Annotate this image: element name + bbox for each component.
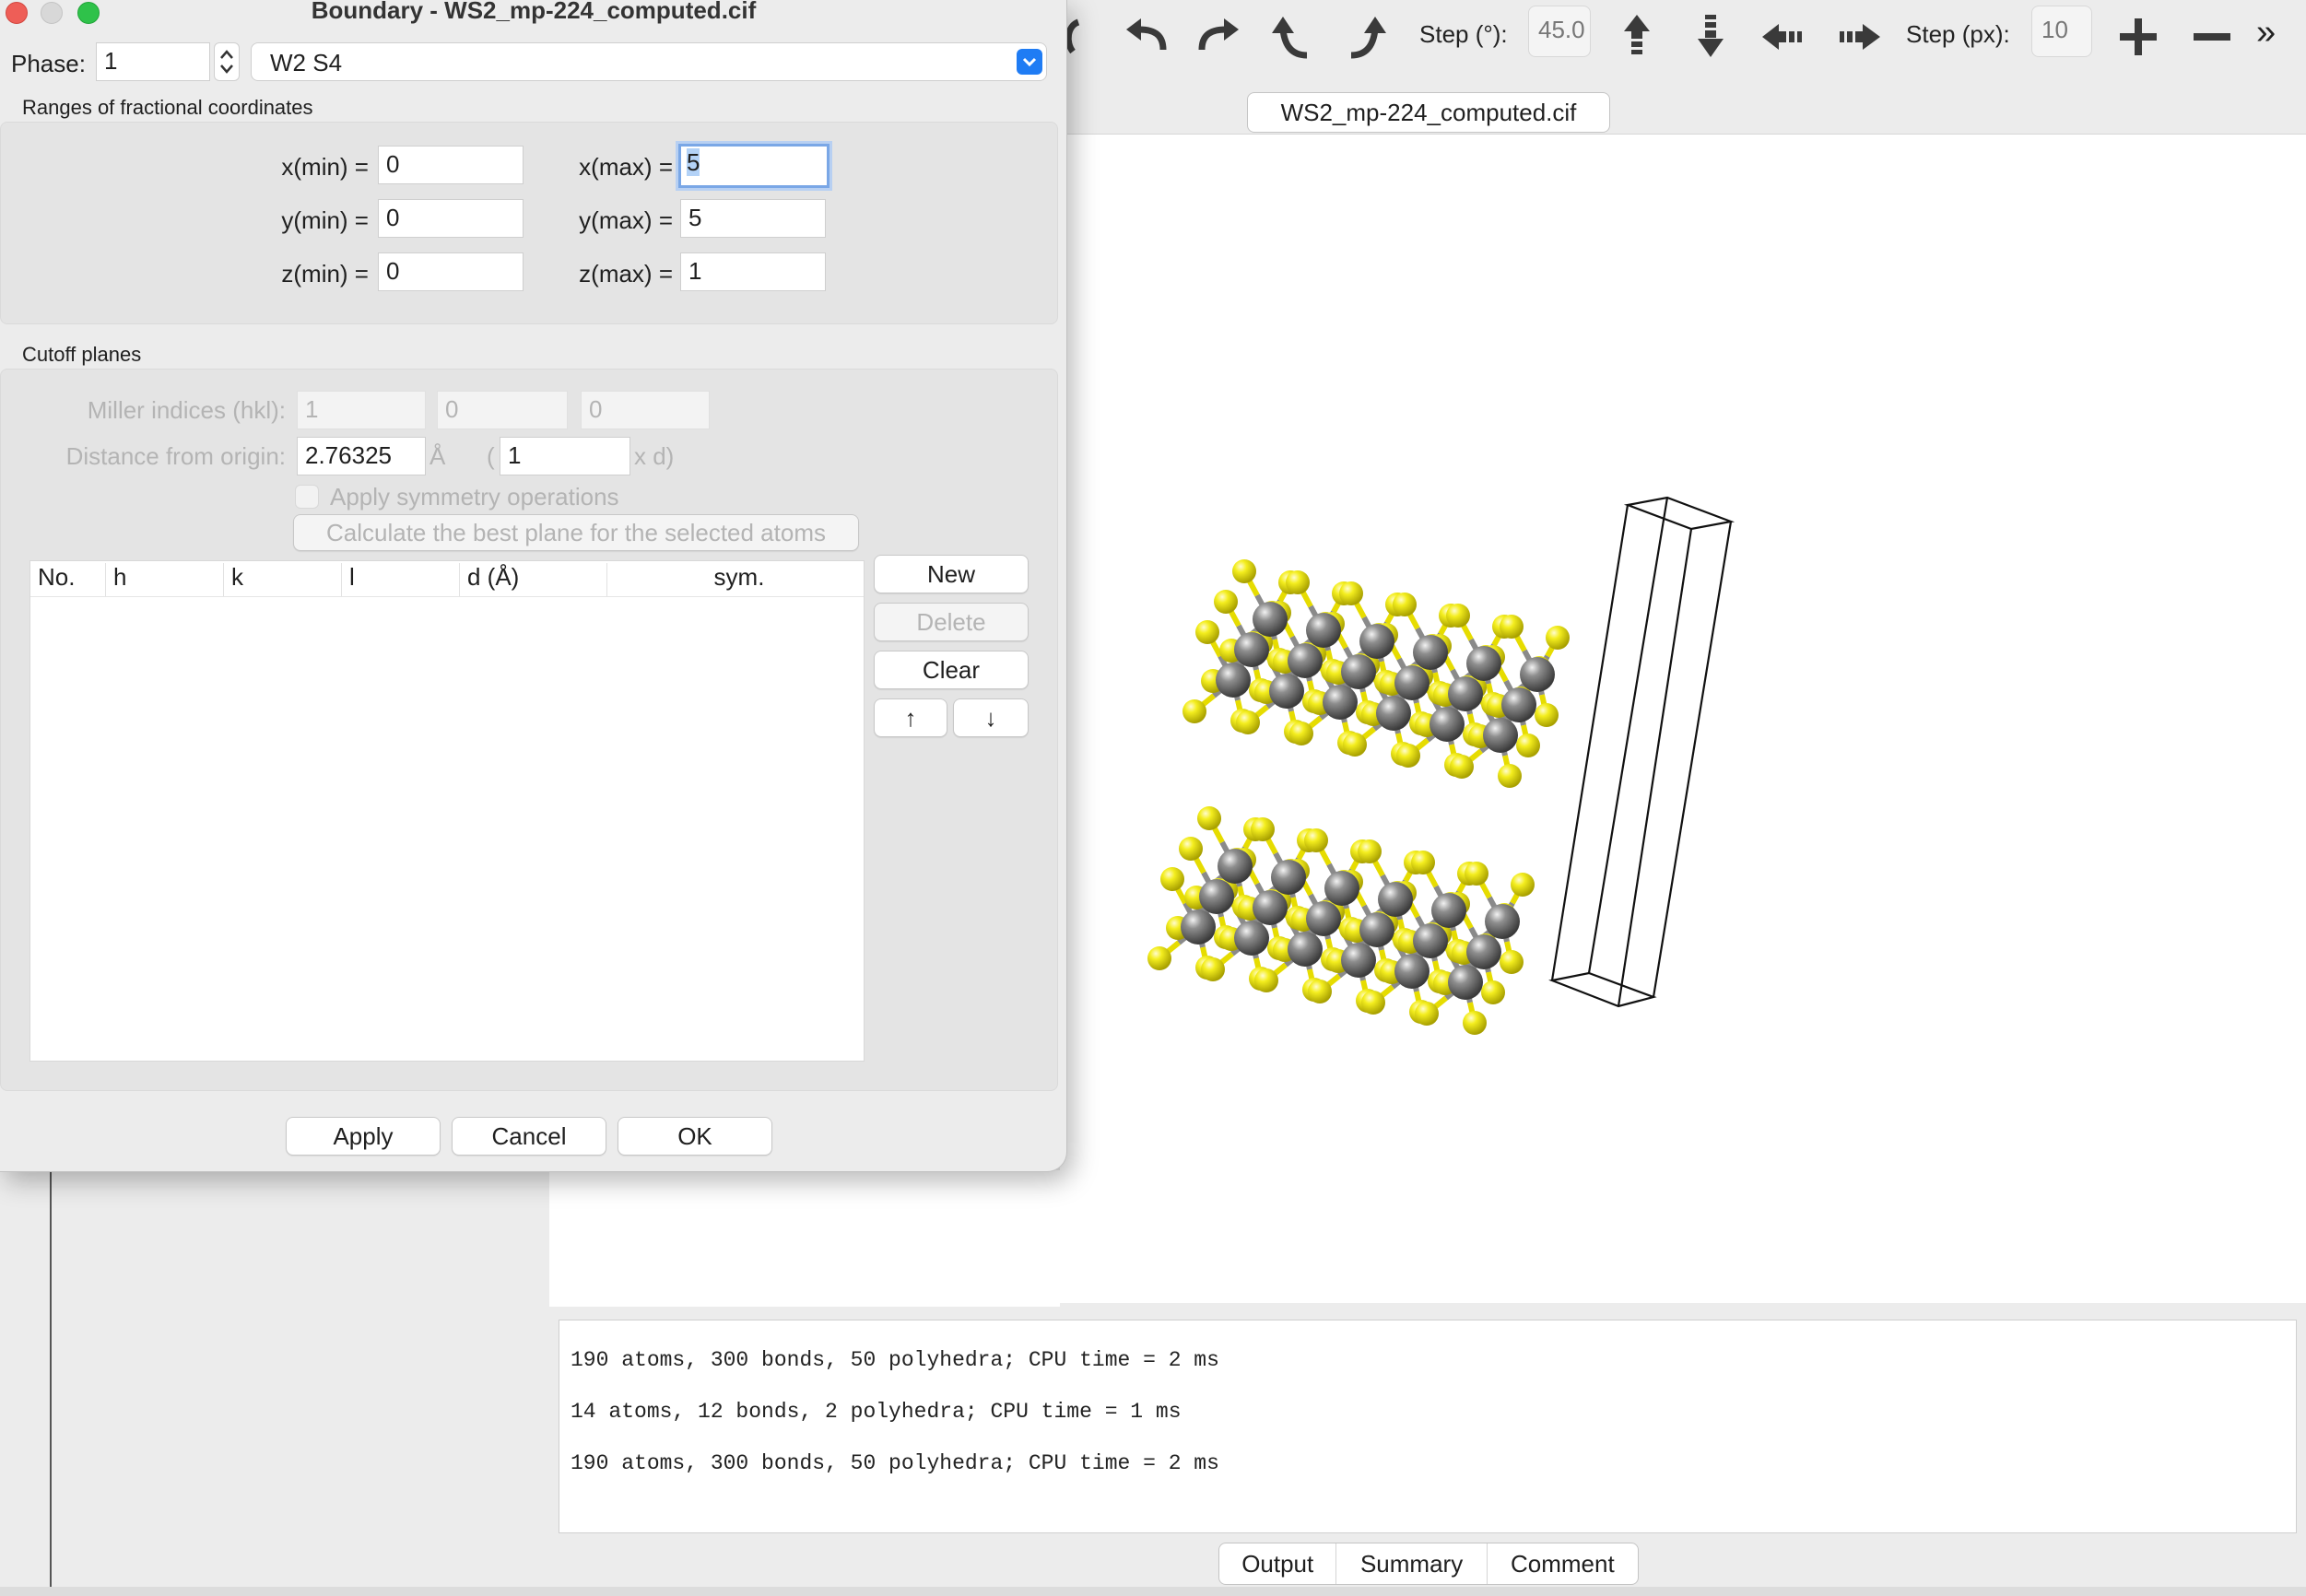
log-line: 14 atoms, 12 bonds, 2 polyhedra; CPU tim… bbox=[571, 1400, 1182, 1424]
table-header-no[interactable]: No. bbox=[30, 563, 106, 596]
dialog-title: Boundary - WS2_mp-224_computed.cif bbox=[311, 0, 757, 24]
ymin-label: y(min) = bbox=[281, 206, 369, 234]
distance-unit-label: Å bbox=[429, 442, 446, 470]
ymin-input[interactable]: 0 bbox=[378, 199, 524, 238]
distance-origin-label: Distance from origin: bbox=[65, 442, 286, 470]
ymax-input[interactable]: 5 bbox=[680, 199, 826, 238]
move-left-icon[interactable] bbox=[1757, 9, 1812, 65]
calculate-best-plane-button[interactable]: Calculate the best plane for the selecte… bbox=[293, 514, 859, 551]
table-header-h[interactable]: h bbox=[106, 563, 224, 596]
zmax-label: z(max) = bbox=[579, 260, 673, 288]
stepper-arrows-icon bbox=[220, 50, 233, 74]
zoom-in-icon[interactable] bbox=[2111, 9, 2166, 65]
move-right-icon[interactable] bbox=[1830, 9, 1886, 65]
delete-plane-button[interactable]: Delete bbox=[874, 603, 1029, 641]
miller-k-input[interactable]: 0 bbox=[437, 391, 568, 429]
output-log[interactable]: 190 atoms, 300 bonds, 50 polyhedra; CPU … bbox=[559, 1320, 2297, 1533]
document-tab[interactable]: WS2_mp-224_computed.cif bbox=[1247, 92, 1610, 133]
distance-multiplier-input[interactable]: 1 bbox=[500, 437, 630, 475]
cutoff-group-title: Cutoff planes bbox=[22, 343, 142, 366]
tab-output[interactable]: Output bbox=[1219, 1543, 1337, 1584]
unit-cell-outline bbox=[1548, 496, 1735, 1008]
multiplier-suffix-label: x d) bbox=[634, 442, 675, 470]
tab-summary[interactable]: Summary bbox=[1336, 1543, 1488, 1584]
xmax-value: 5 bbox=[687, 148, 700, 176]
zmin-input[interactable]: 0 bbox=[378, 252, 524, 291]
step-pixel-input[interactable]: 10 bbox=[2031, 6, 2092, 57]
miller-indices-label: Miller indices (hkl): bbox=[87, 396, 286, 424]
move-up-button[interactable]: ↑ bbox=[874, 698, 947, 737]
xmin-label: x(min) = bbox=[281, 153, 369, 181]
phase-select[interactable]: W2 S4 bbox=[251, 42, 1047, 81]
phase-number-input[interactable]: 1 bbox=[96, 42, 210, 81]
left-sidebar bbox=[0, 1170, 52, 1587]
paren-open-label: ( bbox=[487, 442, 495, 470]
viewer-extension bbox=[549, 1170, 1060, 1307]
apply-button[interactable]: Apply bbox=[286, 1117, 441, 1156]
toolbar: Step (°): 45.0 Step (px): 10 » bbox=[1060, 0, 2306, 85]
dialog-titlebar: Boundary - WS2_mp-224_computed.cif bbox=[0, 0, 1066, 33]
new-plane-button[interactable]: New bbox=[874, 555, 1029, 593]
symmetry-checkbox[interactable] bbox=[295, 485, 319, 509]
status-bar bbox=[0, 1587, 2306, 1596]
ranges-group bbox=[0, 122, 1058, 324]
log-line: 190 atoms, 300 bonds, 50 polyhedra; CPU … bbox=[571, 1451, 1219, 1475]
tab-comment[interactable]: Comment bbox=[1488, 1543, 1638, 1584]
structure-viewer[interactable] bbox=[1060, 135, 2306, 1303]
more-icon[interactable]: » bbox=[2256, 13, 2276, 53]
step-pixel-label: Step (px): bbox=[1906, 20, 2010, 48]
object-panel bbox=[52, 1170, 549, 1587]
output-tabs: Output Summary Comment bbox=[1218, 1543, 1639, 1585]
rotate-up-right-icon[interactable] bbox=[1338, 9, 1394, 65]
cancel-button[interactable]: Cancel bbox=[452, 1117, 606, 1156]
move-down-button[interactable]: ↓ bbox=[953, 698, 1029, 737]
table-header-d[interactable]: d (Å) bbox=[460, 563, 607, 596]
miller-h-input[interactable]: 1 bbox=[297, 391, 426, 429]
ok-button[interactable]: OK bbox=[618, 1117, 772, 1156]
boundary-dialog: Boundary - WS2_mp-224_computed.cif Phase… bbox=[0, 0, 1067, 1172]
xmax-input[interactable]: 5 bbox=[678, 144, 829, 188]
log-line: 190 atoms, 300 bonds, 50 polyhedra; CPU … bbox=[571, 1348, 1219, 1372]
atom-group bbox=[1147, 559, 1570, 1035]
step-degree-label: Step (°): bbox=[1419, 20, 1508, 48]
zmin-label: z(min) = bbox=[281, 260, 369, 288]
ymax-label: y(max) = bbox=[579, 206, 673, 234]
crystal-structure-view[interactable] bbox=[1060, 135, 2306, 1303]
undo-icon[interactable] bbox=[1119, 9, 1174, 65]
distance-origin-input[interactable]: 2.76325 bbox=[297, 437, 426, 475]
phase-select-value: W2 S4 bbox=[270, 49, 343, 76]
xmin-input[interactable]: 0 bbox=[378, 146, 524, 184]
zoom-out-icon[interactable] bbox=[2184, 9, 2240, 65]
phase-stepper[interactable] bbox=[214, 42, 240, 81]
phase-label: Phase: bbox=[11, 50, 86, 77]
step-degree-input[interactable]: 45.0 bbox=[1528, 6, 1591, 57]
zmax-input[interactable]: 1 bbox=[680, 252, 826, 291]
move-up-icon[interactable] bbox=[1609, 9, 1665, 65]
clear-planes-button[interactable]: Clear bbox=[874, 651, 1029, 689]
table-header-sym[interactable]: sym. bbox=[607, 563, 864, 596]
rotate-up-left-icon[interactable] bbox=[1265, 9, 1320, 65]
move-down-icon[interactable] bbox=[1683, 9, 1738, 65]
symmetry-label: Apply symmetry operations bbox=[330, 483, 619, 510]
xmax-label: x(max) = bbox=[579, 153, 673, 181]
cutoff-planes-table[interactable]: No. h k l d (Å) sym. bbox=[29, 560, 865, 1062]
redo-icon[interactable] bbox=[1191, 9, 1246, 65]
table-header-l[interactable]: l bbox=[342, 563, 460, 596]
chevron-down-icon bbox=[1017, 49, 1042, 75]
ranges-group-title: Ranges of fractional coordinates bbox=[22, 96, 313, 119]
table-header-k[interactable]: k bbox=[224, 563, 342, 596]
miller-l-input[interactable]: 0 bbox=[581, 391, 710, 429]
